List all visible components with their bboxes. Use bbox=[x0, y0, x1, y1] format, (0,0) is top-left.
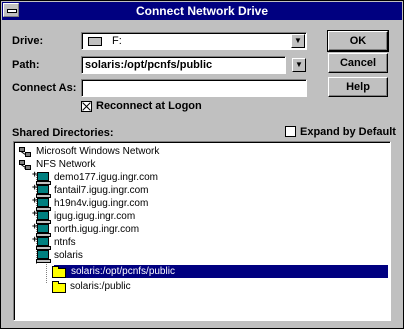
tree-item-nfs-network[interactable]: NFS Network bbox=[18, 158, 95, 171]
tree-item-north[interactable]: north.igug.ingr.com bbox=[36, 223, 139, 237]
drive-dropdown-button[interactable]: ▼ bbox=[291, 34, 305, 48]
tree-item-solaris-public[interactable]: solaris:/public bbox=[52, 280, 131, 293]
title-bar: Connect Network Drive bbox=[2, 2, 402, 20]
tree-item-solaris[interactable]: solaris bbox=[36, 249, 83, 263]
tree-item-h19n4v[interactable]: h19n4v.igug.ingr.com bbox=[36, 197, 148, 211]
network-icon bbox=[18, 146, 32, 158]
ok-button[interactable]: OK bbox=[327, 30, 389, 52]
window-title: Connect Network Drive bbox=[135, 4, 269, 18]
drive-icon bbox=[88, 36, 102, 46]
path-combobox[interactable]: solaris:/opt/pcnfs/public bbox=[81, 56, 286, 74]
connect-as-input[interactable] bbox=[81, 79, 307, 97]
tree-item-igug[interactable]: igug.igug.ingr.com bbox=[36, 210, 135, 224]
tree-item-fantail7[interactable]: fantail7.igug.ingr.com bbox=[36, 184, 149, 198]
open-folder-icon bbox=[52, 265, 66, 278]
path-dropdown-button[interactable]: ▼ bbox=[292, 58, 306, 72]
connect-as-label: Connect As: bbox=[12, 82, 77, 94]
connect-network-drive-dialog: Connect Network Drive Drive: F: ▼ Path: … bbox=[0, 0, 404, 329]
computer-icon bbox=[36, 184, 51, 198]
tree-item-demo177[interactable]: demo177.igug.ingr.com bbox=[36, 171, 158, 185]
tree-item-solaris-opt-pcnfs-public[interactable]: solaris:/opt/pcnfs/public bbox=[52, 265, 176, 278]
drive-select[interactable]: F: ▼ bbox=[81, 32, 307, 50]
drive-label: Drive: bbox=[12, 35, 44, 47]
computer-icon bbox=[36, 236, 51, 250]
cancel-button[interactable]: Cancel bbox=[328, 53, 388, 73]
expand-by-default-label: Expand by Default bbox=[300, 126, 396, 138]
tree-item-ntnfs[interactable]: ntnfs bbox=[36, 236, 76, 250]
reconnect-checkbox[interactable] bbox=[81, 101, 92, 112]
reconnect-label: Reconnect at Logon bbox=[96, 100, 202, 112]
chevron-down-icon: ▼ bbox=[294, 36, 302, 45]
system-menu-icon[interactable] bbox=[3, 3, 19, 17]
chevron-down-icon: ▼ bbox=[295, 60, 303, 69]
path-label: Path: bbox=[12, 59, 40, 71]
expand-by-default-checkbox[interactable] bbox=[285, 126, 296, 137]
computer-icon bbox=[36, 210, 51, 224]
computer-icon bbox=[36, 223, 51, 237]
computer-icon bbox=[36, 249, 51, 263]
shared-directories-tree[interactable]: Microsoft Windows Network NFS Network + … bbox=[13, 141, 391, 321]
tree-item-microsoft-windows-network[interactable]: Microsoft Windows Network bbox=[18, 145, 159, 158]
computer-icon bbox=[36, 171, 51, 185]
shared-directories-label: Shared Directories: bbox=[12, 127, 114, 139]
network-icon bbox=[18, 159, 32, 171]
drive-value: F: bbox=[112, 35, 122, 47]
help-button[interactable]: Help bbox=[328, 77, 388, 97]
folder-icon bbox=[52, 280, 66, 293]
path-value: solaris:/opt/pcnfs/public bbox=[85, 59, 213, 71]
computer-icon bbox=[36, 197, 51, 211]
